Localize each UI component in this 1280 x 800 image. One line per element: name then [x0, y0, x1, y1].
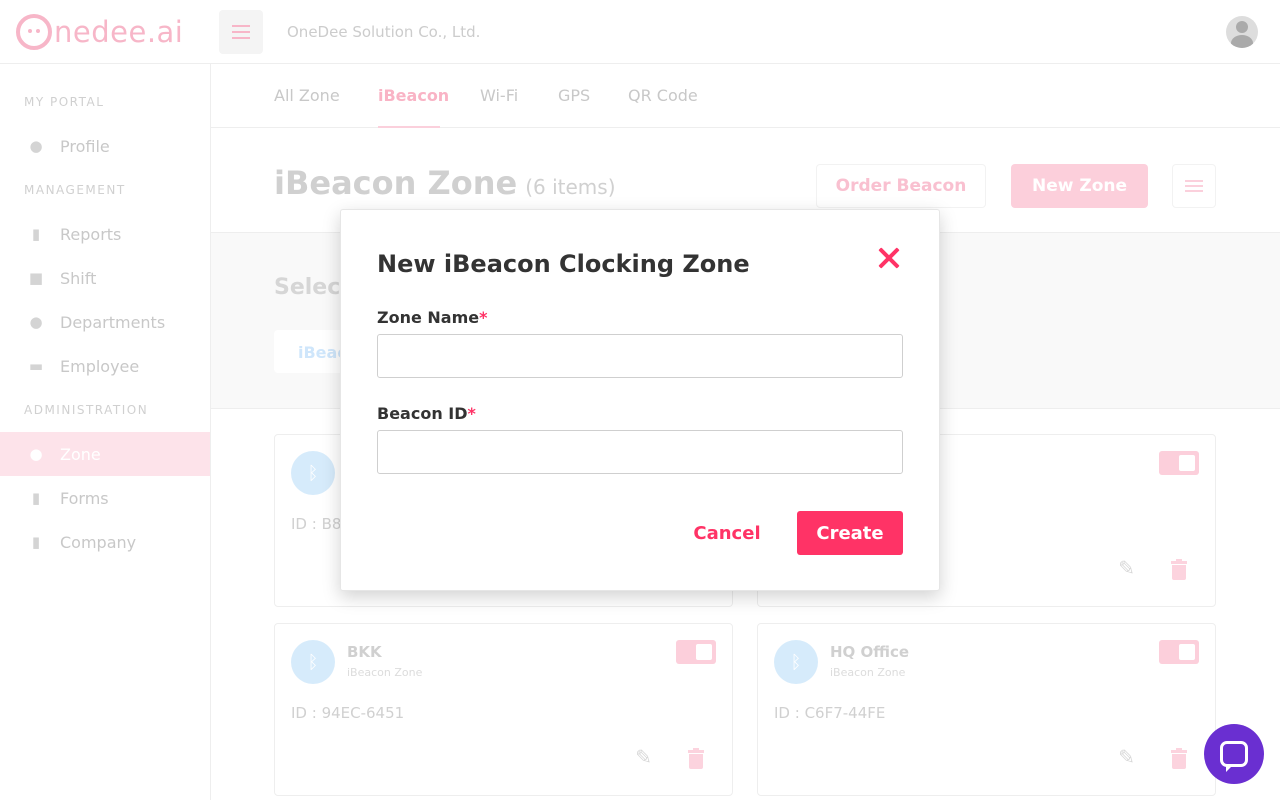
bluetooth-icon: ᛒ [291, 640, 335, 684]
zone-name: BKK [347, 643, 382, 661]
company-name: OneDee Solution Co., Ltd. [287, 23, 481, 41]
create-button[interactable]: Create [797, 511, 903, 555]
sidebar-item-label: Shift [60, 268, 97, 288]
tab-all-zone[interactable]: All Zone [274, 86, 340, 105]
clipboard-icon: ▮ [31, 489, 41, 507]
chat-widget-button[interactable] [1204, 724, 1264, 784]
new-zone-modal: New iBeacon Clocking Zone Zone Name* Bea… [340, 209, 940, 591]
sidebar-item-label: Forms [60, 488, 109, 508]
tab-qr-code[interactable]: QR Code [628, 86, 698, 105]
sidebar-section-administration: ADMINISTRATION [24, 403, 149, 417]
edit-icon[interactable]: ✎ [1118, 745, 1135, 769]
avatar[interactable] [1226, 16, 1258, 48]
tab-ibeacon[interactable]: iBeacon [378, 86, 449, 105]
menu-toggle-button[interactable] [219, 10, 263, 54]
zone-type: iBeacon Zone [830, 666, 906, 679]
bluetooth-icon: ᛒ [291, 451, 335, 495]
zone-toggle[interactable] [1159, 451, 1199, 475]
tab-wifi[interactable]: Wi-Fi [480, 86, 518, 105]
sidebar-item-label: Zone [60, 444, 101, 464]
user-circle-icon: ● [29, 137, 43, 155]
required-mark: * [467, 404, 476, 423]
sidebar-item-label: Reports [60, 224, 122, 244]
edit-icon[interactable]: ✎ [1118, 556, 1135, 580]
sidebar-item-shift[interactable]: ■ Shift [0, 256, 210, 300]
top-bar: nedee.ai OneDee Solution Co., Ltd. [0, 0, 1280, 64]
zone-name-label: Zone Name* [377, 308, 488, 327]
logo-mark-icon [16, 14, 52, 50]
list-view-button[interactable] [1172, 164, 1216, 208]
sidebar-item-profile[interactable]: ● Profile [0, 124, 210, 168]
zone-tabs: All Zone iBeacon Wi-Fi GPS QR Code [211, 64, 1280, 128]
cancel-button[interactable]: Cancel [685, 512, 769, 554]
zone-type: iBeacon Zone [347, 666, 423, 679]
sidebar-section-my-portal: MY PORTAL [24, 95, 105, 109]
logo[interactable]: nedee.ai [16, 14, 183, 50]
zone-card[interactable]: ᛒ BKK iBeacon Zone ID : 94EC-6451 ✎ [274, 623, 733, 796]
zone-name: HQ Office [830, 643, 910, 661]
zone-toggle[interactable] [1159, 640, 1199, 664]
modal-title: New iBeacon Clocking Zone [377, 250, 750, 278]
order-beacon-button[interactable]: Order Beacon [816, 164, 986, 208]
beacon-id-label-text: Beacon ID [377, 404, 468, 423]
bluetooth-icon: ᛒ [774, 640, 818, 684]
required-mark: * [479, 308, 488, 327]
map-pin-icon: ● [29, 445, 43, 463]
sidebar-item-departments[interactable]: ● Departments [0, 300, 210, 344]
zone-id: ID : 94EC-6451 [291, 704, 405, 722]
page-title-text: iBeacon Zone [274, 164, 518, 202]
sidebar-section-management: MANAGEMENT [24, 183, 126, 197]
zone-name-input[interactable] [377, 334, 903, 378]
sidebar-item-zone[interactable]: ● Zone [0, 432, 210, 476]
trash-icon[interactable] [1171, 559, 1187, 580]
tab-gps[interactable]: GPS [558, 86, 590, 105]
hamburger-icon [232, 31, 250, 33]
sidebar-item-company[interactable]: ▮ Company [0, 520, 210, 564]
list-icon [1185, 185, 1203, 187]
users-icon: ● [29, 313, 43, 331]
sidebar-item-forms[interactable]: ▮ Forms [0, 476, 210, 520]
document-icon: ▮ [31, 225, 41, 243]
zone-toggle[interactable] [676, 640, 716, 664]
zone-id: ID : B8 [291, 515, 342, 533]
page-title: iBeacon Zone (6 items) [274, 164, 616, 202]
logo-text: nedee.ai [54, 15, 184, 49]
trash-icon[interactable] [688, 748, 704, 769]
truck-clock-icon: ■ [28, 269, 44, 287]
id-card-icon: ▬ [28, 357, 44, 375]
sidebar-item-label: Company [60, 532, 137, 552]
building-icon: ▮ [31, 533, 41, 551]
sidebar-item-employee[interactable]: ▬ Employee [0, 344, 210, 388]
trash-icon[interactable] [1171, 748, 1187, 769]
close-icon[interactable] [877, 246, 901, 270]
sidebar-item-reports[interactable]: ▮ Reports [0, 212, 210, 256]
edit-icon[interactable]: ✎ [635, 745, 652, 769]
item-count: (6 items) [525, 175, 616, 199]
zone-name-label-text: Zone Name [377, 308, 480, 327]
sidebar-item-label: Employee [60, 356, 140, 376]
sidebar-item-label: Departments [60, 312, 166, 332]
new-zone-button[interactable]: New Zone [1011, 164, 1148, 208]
chat-bubble-icon [1220, 741, 1248, 772]
sidebar: MY PORTAL ● Profile MANAGEMENT ▮ Reports… [0, 64, 211, 800]
zone-id: ID : C6F7-44FE [774, 704, 886, 722]
beacon-id-input[interactable] [377, 430, 903, 474]
sidebar-item-label: Profile [60, 136, 110, 156]
beacon-id-label: Beacon ID* [377, 404, 476, 423]
zone-card[interactable]: ᛒ HQ Office iBeacon Zone ID : C6F7-44FE … [757, 623, 1216, 796]
